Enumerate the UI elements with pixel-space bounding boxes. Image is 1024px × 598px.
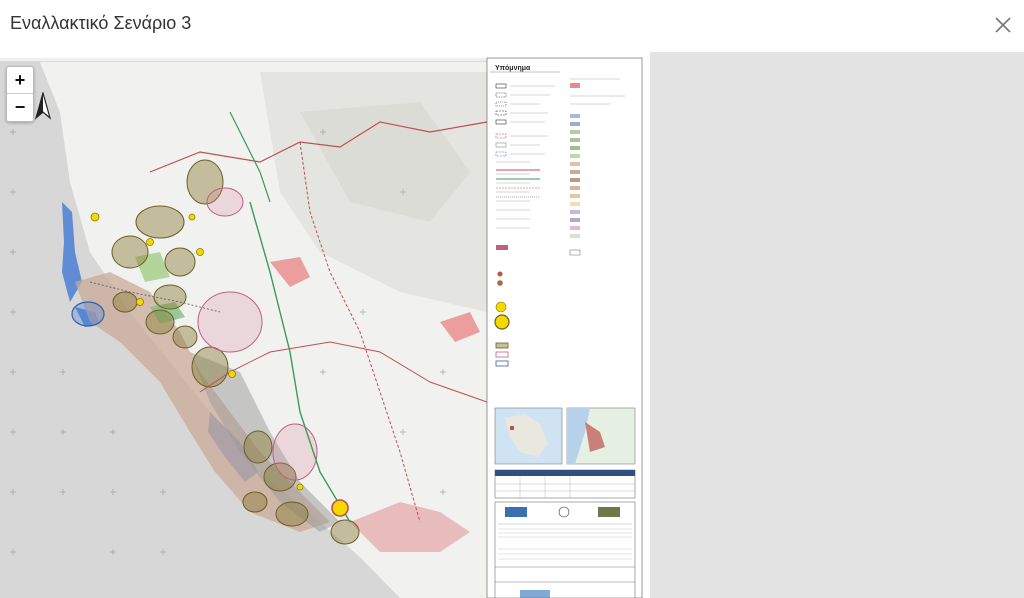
map-viewer[interactable]: Υπόμνημα + −	[0, 52, 1024, 598]
close-icon[interactable]	[990, 12, 1016, 38]
north-arrow-icon	[34, 90, 52, 120]
legend-title: Υπόμνημα	[495, 65, 531, 72]
zoom-control: + −	[6, 66, 34, 122]
dialog-title: Εναλλακτικό Σενάριο 3	[10, 13, 192, 33]
viewer-empty-area	[650, 52, 1024, 598]
zoom-out-button[interactable]: −	[7, 94, 33, 120]
map-document[interactable]: Υπόμνημα + −	[0, 52, 650, 598]
zoom-in-button[interactable]: +	[7, 67, 33, 94]
map-canvas	[0, 52, 650, 598]
dialog-header: Εναλλακτικό Σενάριο 3	[0, 0, 1024, 53]
